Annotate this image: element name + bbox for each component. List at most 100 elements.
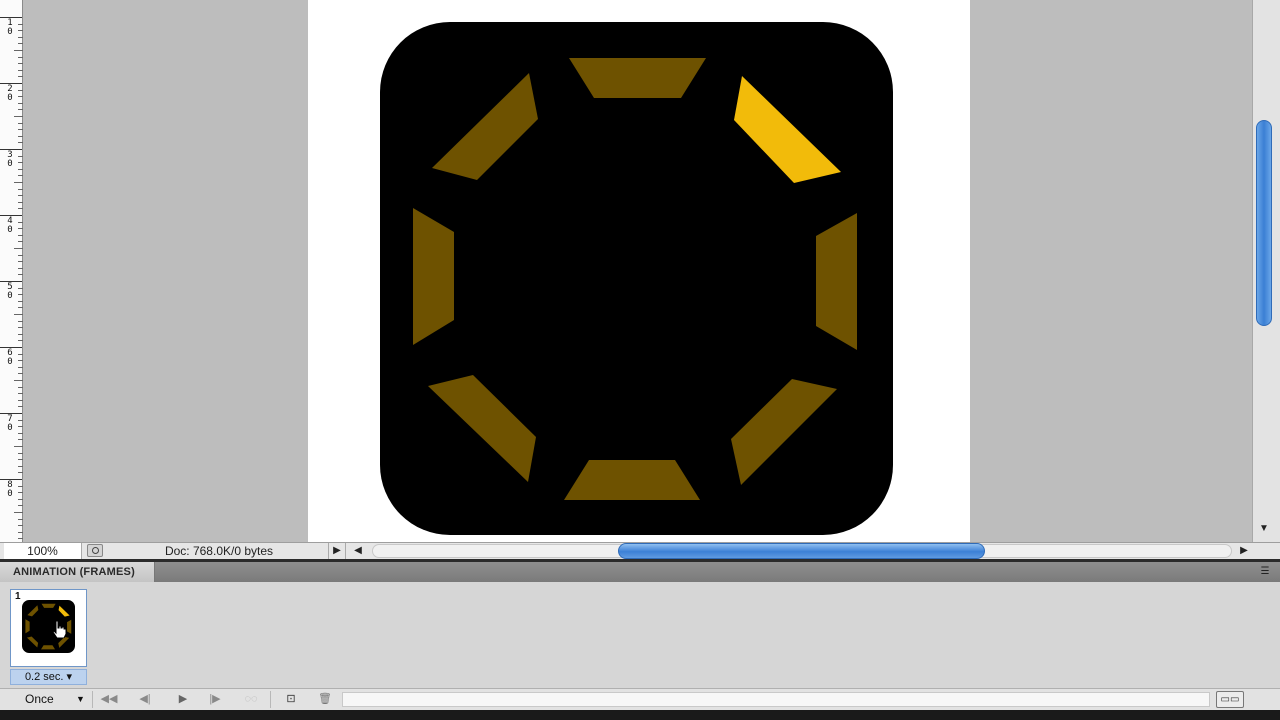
ruler-minor-tick bbox=[18, 103, 23, 104]
ruler-minor-tick bbox=[18, 307, 23, 308]
ruler-minor-tick bbox=[18, 43, 23, 44]
ruler-minor-tick bbox=[18, 261, 23, 262]
proof-setup-icon[interactable] bbox=[87, 544, 103, 557]
ruler-minor-tick bbox=[18, 532, 23, 533]
ruler-minor-tick bbox=[18, 195, 23, 196]
status-menu-arrow-icon[interactable]: ▶ bbox=[328, 543, 346, 559]
ruler-minor-tick bbox=[18, 367, 23, 368]
thumbnail-segment bbox=[67, 619, 72, 634]
ruler-minor-tick bbox=[18, 393, 23, 394]
ruler-minor-tick bbox=[18, 400, 23, 401]
ruler-minor-tick bbox=[18, 175, 23, 176]
ruler-minor-tick bbox=[18, 294, 23, 295]
ruler-minor-tick bbox=[18, 433, 23, 434]
ruler-minor-tick bbox=[18, 538, 23, 539]
scroll-left-arrow-icon[interactable]: ◀ bbox=[350, 543, 366, 559]
ruler-minor-tick bbox=[18, 255, 23, 256]
scroll-down-arrow-icon[interactable]: ▼ bbox=[1256, 521, 1272, 537]
duplicate-frame-icon[interactable]: ⊡ bbox=[280, 691, 302, 708]
divider bbox=[270, 691, 271, 708]
ruler-minor-tick bbox=[18, 129, 23, 130]
ruler-minor-tick bbox=[18, 373, 23, 374]
ruler-minor-tick bbox=[18, 268, 23, 269]
ruler-tick: 5 0 bbox=[0, 281, 23, 347]
ruler-minor-tick bbox=[18, 472, 23, 473]
animation-frame-1[interactable]: 1 bbox=[10, 589, 87, 667]
previous-frame-icon[interactable]: ◀| bbox=[134, 691, 156, 708]
tween-icon[interactable]: ◌◌ bbox=[240, 691, 262, 708]
spinner-segment-right bbox=[816, 213, 857, 350]
ruler-minor-tick bbox=[14, 182, 23, 183]
document-size-info: Doc: 768.0K/0 bytes bbox=[164, 544, 274, 558]
frame-thumbnail bbox=[22, 600, 75, 653]
ruler-minor-tick bbox=[18, 189, 23, 190]
ruler-minor-tick bbox=[18, 327, 23, 328]
ruler-minor-tick bbox=[18, 162, 23, 163]
ruler-minor-tick bbox=[18, 63, 23, 64]
status-bar: 100% Doc: 768.0K/0 bytes ▶ ◀ ▶ bbox=[0, 542, 1280, 559]
ruler-minor-tick bbox=[18, 301, 23, 302]
vertical-ruler[interactable]: 1 0 2 0 3 0 4 0 5 0 6 0 7 0 8 0 bbox=[0, 0, 23, 542]
frame-delay-dropdown[interactable]: 0.2 sec. ▾ bbox=[10, 669, 87, 685]
ruler-minor-tick bbox=[18, 76, 23, 77]
ruler-minor-tick bbox=[18, 109, 23, 110]
ruler-tick: 3 0 bbox=[0, 149, 23, 215]
loading-spinner-artwork[interactable] bbox=[380, 22, 893, 535]
ruler-tick: 8 0 bbox=[0, 479, 23, 542]
ruler-minor-tick bbox=[18, 486, 23, 487]
ruler-minor-tick bbox=[18, 37, 23, 38]
ruler-minor-tick bbox=[18, 208, 23, 209]
ruler-minor-tick bbox=[18, 30, 23, 31]
ruler-minor-tick bbox=[14, 116, 23, 117]
ruler-minor-tick bbox=[18, 505, 23, 506]
loop-options-select[interactable]: Once ▼ bbox=[4, 690, 88, 709]
play-icon[interactable]: ▶ bbox=[172, 691, 194, 708]
ruler-minor-tick bbox=[14, 446, 23, 447]
ruler-minor-tick bbox=[18, 96, 23, 97]
dropdown-arrow-icon: ▼ bbox=[76, 694, 85, 704]
scroll-right-arrow-icon[interactable]: ▶ bbox=[1236, 543, 1252, 559]
ruler-minor-tick bbox=[18, 354, 23, 355]
frames-area: 1 0.2 sec. ▾ bbox=[0, 582, 1280, 688]
tab-animation-frames[interactable]: ANIMATION (FRAMES) bbox=[0, 562, 155, 582]
ruler-tick: 7 0 bbox=[0, 413, 23, 479]
ruler-minor-tick bbox=[18, 136, 23, 137]
panel-menu-icon[interactable]: ☰ bbox=[1258, 566, 1272, 578]
convert-to-timeline-icon[interactable]: ▭▭ bbox=[1216, 691, 1244, 708]
vertical-scroll-thumb[interactable] bbox=[1256, 120, 1272, 326]
zoom-level-field[interactable]: 100% bbox=[4, 543, 82, 559]
ruler-label: 6 0 bbox=[7, 348, 13, 367]
ruler-tick: 6 0 bbox=[0, 347, 23, 413]
ruler-minor-tick bbox=[18, 340, 23, 341]
next-frame-icon[interactable]: |▶ bbox=[204, 691, 226, 708]
document-window: 1 0 2 0 3 0 4 0 5 0 6 0 7 0 8 0 ▼ bbox=[0, 0, 1280, 542]
ruler-minor-tick bbox=[18, 222, 23, 223]
delete-frame-icon[interactable]: 🗑 bbox=[314, 691, 336, 708]
frame-number: 1 bbox=[15, 591, 21, 602]
ruler-minor-tick bbox=[18, 235, 23, 236]
ruler-minor-tick bbox=[18, 274, 23, 275]
animation-controls-bar: Once ▼ ◀◀ ◀| ▶ |▶ ◌◌ ⊡ 🗑 ▭▭ bbox=[0, 688, 1280, 710]
ruler-minor-tick bbox=[18, 90, 23, 91]
first-frame-icon[interactable]: ◀◀ bbox=[98, 691, 120, 708]
ruler-minor-tick bbox=[18, 426, 23, 427]
frame-delay-value: 0.2 sec. bbox=[24, 671, 64, 683]
ruler-minor-tick bbox=[18, 228, 23, 229]
frames-scroll-track[interactable] bbox=[342, 692, 1210, 707]
ruler-label: 4 0 bbox=[7, 216, 13, 235]
ruler-label: 7 0 bbox=[7, 414, 13, 433]
desktop-edge bbox=[0, 710, 1280, 720]
ruler-minor-tick bbox=[18, 492, 23, 493]
ruler-minor-tick bbox=[18, 57, 23, 58]
ruler-minor-tick bbox=[14, 248, 23, 249]
horizontal-scroll-thumb[interactable] bbox=[618, 543, 985, 559]
ruler-minor-tick bbox=[18, 459, 23, 460]
ruler-tick: 1 0 bbox=[0, 17, 23, 83]
ruler-minor-tick bbox=[18, 466, 23, 467]
ruler-minor-tick bbox=[18, 241, 23, 242]
ruler-label: 8 0 bbox=[7, 480, 13, 499]
hand-cursor-icon bbox=[52, 620, 67, 638]
ruler-minor-tick bbox=[14, 50, 23, 51]
ruler-minor-tick bbox=[14, 380, 23, 381]
ruler-label: 2 0 bbox=[7, 84, 13, 103]
